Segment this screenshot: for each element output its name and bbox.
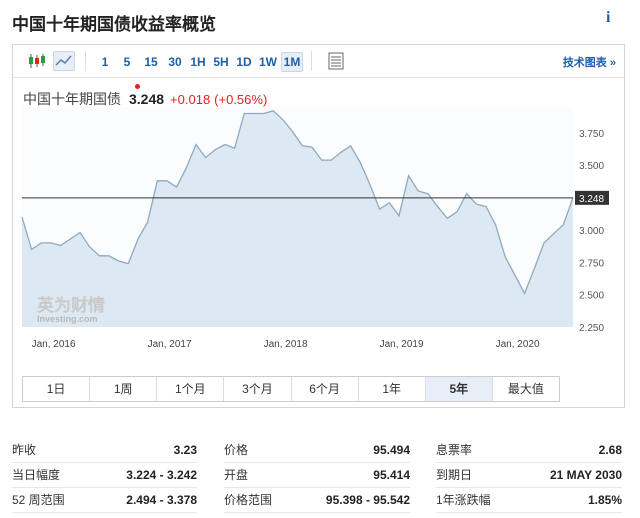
interval-15[interactable]: 15	[142, 53, 160, 71]
stat-row: 价格 95.494	[224, 438, 410, 463]
stat-row: 1年涨跌幅 1.85%	[436, 488, 622, 513]
stat-label: 价格范围	[224, 493, 273, 507]
y-tick-label: 2.750	[579, 258, 604, 269]
x-tick-label: Jan, 2017	[148, 339, 192, 350]
area-chart-button[interactable]	[53, 51, 75, 71]
stat-label: 价格	[224, 443, 249, 457]
stat-value: 21 MAY 2030	[549, 468, 622, 482]
table-view-icon[interactable]	[328, 52, 344, 70]
live-indicator-dot	[135, 84, 140, 89]
current-value-label: 3.248	[579, 194, 604, 205]
price-change-percent: (+0.56%)	[214, 92, 268, 107]
y-tick-label: 3.000	[579, 226, 604, 237]
area-chart-icon	[55, 55, 72, 66]
range-1d[interactable]: 1日	[23, 377, 91, 401]
interval-1d[interactable]: 1D	[235, 53, 253, 71]
stat-row: 当日幅度 3.224 - 3.242	[12, 463, 197, 488]
range-1w[interactable]: 1周	[90, 377, 158, 401]
interval-1w[interactable]: 1W	[258, 53, 278, 71]
instrument-name: 中国十年期国债	[23, 91, 121, 107]
range-3m[interactable]: 3个月	[224, 377, 292, 401]
last-price: 3.248	[129, 91, 165, 107]
y-tick-label: 3.750	[579, 129, 604, 140]
interval-5[interactable]: 5	[121, 53, 133, 71]
stat-value: 1.85%	[587, 493, 622, 507]
chart-toolbar: 1 5 15 30 1H 5H 1D 1W 1M 技术图表 »	[13, 45, 624, 78]
watermark-investing: Investing.com	[37, 314, 98, 324]
interval-1m[interactable]: 1M	[281, 52, 303, 72]
stat-label: 1年涨跌幅	[436, 493, 491, 507]
time-range-selector: 1日 1周 1个月 3个月 6个月 1年 5年 最大值	[22, 376, 560, 402]
x-tick-label: Jan, 2018	[264, 339, 308, 350]
stat-row: 昨收 3.23	[12, 438, 197, 463]
x-tick-label: Jan, 2016	[32, 339, 76, 350]
stat-label: 昨收	[12, 443, 37, 457]
stat-row: 价格范围 95.398 - 95.542	[224, 488, 410, 513]
range-6m[interactable]: 6个月	[292, 377, 359, 401]
x-tick-label: Jan, 2019	[380, 339, 424, 350]
stat-value: 3.224 - 3.242	[126, 468, 197, 482]
stat-value: 3.23	[173, 443, 197, 457]
stat-label: 开盘	[224, 468, 249, 482]
interval-5h[interactable]: 5H	[212, 53, 230, 71]
toolbar-divider	[311, 51, 312, 71]
stat-value: 95.398 - 95.542	[325, 493, 410, 507]
range-1y[interactable]: 1年	[359, 377, 426, 401]
stat-value: 95.494	[373, 443, 410, 457]
y-tick-label: 3.500	[579, 161, 604, 172]
toolbar-divider	[85, 51, 86, 71]
stat-label: 当日幅度	[12, 468, 61, 482]
page-title: 中国十年期国债收益率概览	[12, 15, 216, 34]
price-change: +0.018	[170, 92, 211, 107]
stat-value: 2.68	[598, 443, 622, 457]
yield-area-chart: 3.7503.5003.2503.0002.7502.5002.250Jan, …	[21, 107, 609, 350]
range-max[interactable]: 最大值	[493, 377, 559, 401]
technical-chart-link[interactable]: 技术图表 »	[563, 54, 616, 70]
range-5y[interactable]: 5年	[425, 377, 493, 401]
info-icon[interactable]: i	[606, 9, 610, 27]
range-1m[interactable]: 1个月	[157, 377, 225, 401]
interval-30[interactable]: 30	[166, 53, 184, 71]
stat-value: 95.414	[373, 468, 410, 482]
chart-area: 3.7503.5003.2503.0002.7502.5002.250Jan, …	[21, 107, 609, 350]
x-tick-label: Jan, 2020	[496, 339, 540, 350]
chart-panel: 1 5 15 30 1H 5H 1D 1W 1M 技术图表 » 中国十年期国债 3…	[12, 44, 625, 408]
stat-value: 2.494 - 3.378	[126, 493, 197, 507]
candlestick-chart-icon[interactable]	[27, 53, 47, 69]
stat-label: 到期日	[436, 468, 473, 482]
y-tick-label: 2.250	[579, 323, 604, 334]
interval-1h[interactable]: 1H	[189, 53, 207, 71]
stat-row: 52 周范围 2.494 - 3.378	[12, 488, 197, 513]
y-tick-label: 2.500	[579, 291, 604, 302]
stat-row: 息票率 2.68	[436, 438, 622, 463]
stat-row: 到期日 21 MAY 2030	[436, 463, 622, 488]
quote-header: 中国十年期国债 3.248 +0.018 (+0.56%)	[23, 89, 267, 109]
stat-label: 52 周范围	[12, 493, 65, 507]
stat-row: 开盘 95.414	[224, 463, 410, 488]
stat-label: 息票率	[436, 443, 473, 457]
interval-1[interactable]: 1	[99, 53, 111, 71]
watermark-brand: 英为财情	[37, 295, 105, 315]
